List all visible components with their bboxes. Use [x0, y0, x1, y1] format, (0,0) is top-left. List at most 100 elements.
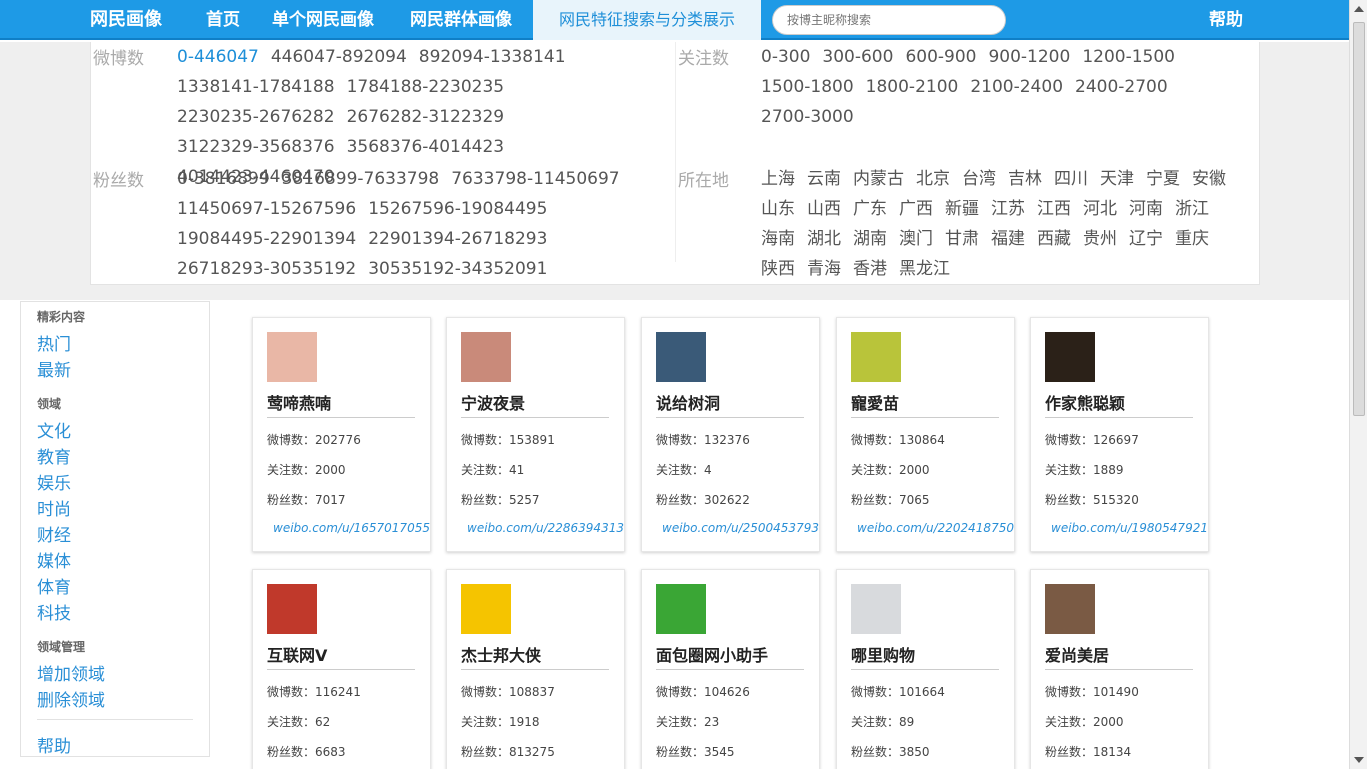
- filter-option-location[interactable]: 四川: [1054, 164, 1088, 194]
- user-avatar[interactable]: [267, 584, 317, 634]
- search-input[interactable]: [772, 5, 1006, 35]
- filter-option-location[interactable]: 安徽: [1192, 164, 1226, 194]
- filter-option-weibo[interactable]: 3122329-3568376: [177, 132, 335, 162]
- filter-option-location[interactable]: 云南: [807, 164, 841, 194]
- filter-option-location[interactable]: 江苏: [991, 194, 1025, 224]
- filter-option-location[interactable]: 澳门: [899, 224, 933, 254]
- sidebar-item-entertainment[interactable]: 娱乐: [37, 469, 71, 494]
- filter-option-location[interactable]: 山东: [761, 194, 795, 224]
- filter-option-location[interactable]: 香港: [853, 254, 887, 284]
- user-weibo-link[interactable]: weibo.com/u/1657017055: [273, 521, 430, 535]
- filter-option-location[interactable]: 内蒙古: [853, 164, 904, 194]
- filter-option-location[interactable]: 河南: [1129, 194, 1163, 224]
- filter-option-location[interactable]: 重庆: [1175, 224, 1209, 254]
- delete-domain-link[interactable]: 删除领域: [37, 686, 105, 711]
- filter-option-location[interactable]: 辽宁: [1129, 224, 1163, 254]
- user-name[interactable]: 说给树洞: [656, 390, 720, 414]
- nav-group-profile[interactable]: 网民群体画像: [410, 0, 512, 40]
- user-avatar[interactable]: [851, 584, 901, 634]
- filter-option-location[interactable]: 山西: [807, 194, 841, 224]
- filter-option-weibo[interactable]: 2230235-2676282: [177, 102, 335, 132]
- filter-option-location[interactable]: 河北: [1083, 194, 1117, 224]
- user-name[interactable]: 宁波夜景: [461, 390, 525, 414]
- filter-option-weibo[interactable]: 892094-1338141: [419, 42, 566, 72]
- sidebar-item-education[interactable]: 教育: [37, 443, 71, 468]
- filter-option-fans[interactable]: 15267596-19084495: [368, 194, 547, 224]
- user-card[interactable]: 哪里购物 微博数：101664 关注数：89 粉丝数：3850: [836, 569, 1015, 769]
- user-card[interactable]: 寵愛苗 微博数：130864 关注数：2000 粉丝数：7065 weibo.com/u…: [836, 317, 1015, 552]
- user-card[interactable]: 爱尚美居 微博数：101490 关注数：2000 粉丝数：18134: [1030, 569, 1209, 769]
- user-weibo-link[interactable]: weibo.com/u/2286394313: [467, 521, 624, 535]
- filter-option-location[interactable]: 上海: [761, 164, 795, 194]
- filter-option-fans[interactable]: 19084495-22901394: [177, 224, 356, 254]
- nav-search-classify[interactable]: 网民特征搜索与分类展示: [533, 0, 761, 40]
- sidebar-item-hot[interactable]: 热门: [37, 330, 71, 355]
- filter-option-location[interactable]: 陕西: [761, 254, 795, 284]
- user-avatar[interactable]: [461, 332, 511, 382]
- nav-help[interactable]: 帮助: [1209, 0, 1243, 40]
- brand-logo[interactable]: 网民画像: [90, 0, 162, 40]
- filter-option-weibo[interactable]: 446047-892094: [271, 42, 407, 72]
- user-weibo-link[interactable]: weibo.com/u/1980547921: [1051, 521, 1208, 535]
- user-name[interactable]: 爱尚美居: [1045, 642, 1109, 666]
- filter-option-location[interactable]: 北京: [916, 164, 950, 194]
- sidebar-item-finance[interactable]: 财经: [37, 521, 71, 546]
- filter-option-follow[interactable]: 2100-2400: [970, 72, 1063, 102]
- filter-option-follow[interactable]: 2400-2700: [1075, 72, 1168, 102]
- user-name[interactable]: 作家熊聪颖: [1045, 390, 1125, 414]
- sidebar-item-media[interactable]: 媒体: [37, 547, 71, 572]
- filter-option-follow[interactable]: 1800-2100: [866, 72, 959, 102]
- filter-option-weibo[interactable]: 2676282-3122329: [347, 102, 505, 132]
- nav-home[interactable]: 首页: [206, 0, 240, 40]
- user-card[interactable]: 互联网V 微博数：116241 关注数：62 粉丝数：6683: [252, 569, 431, 769]
- sidebar-item-culture[interactable]: 文化: [37, 417, 71, 442]
- user-avatar[interactable]: [656, 332, 706, 382]
- filter-option-follow[interactable]: 300-600: [822, 42, 893, 72]
- filter-option-fans[interactable]: 7633798-11450697: [451, 164, 619, 194]
- user-name[interactable]: 杰士邦大侠: [461, 642, 541, 666]
- user-name[interactable]: 面包圈网小助手: [656, 642, 768, 666]
- user-avatar[interactable]: [1045, 584, 1095, 634]
- user-avatar[interactable]: [267, 332, 317, 382]
- filter-option-location[interactable]: 湖南: [853, 224, 887, 254]
- user-card[interactable]: 杰士邦大侠 微博数：108837 关注数：1918 粉丝数：813275: [446, 569, 625, 769]
- filter-option-follow[interactable]: 0-300: [761, 42, 810, 72]
- scroll-up-icon[interactable]: [1354, 6, 1364, 12]
- filter-option-location[interactable]: 湖北: [807, 224, 841, 254]
- user-name[interactable]: 哪里购物: [851, 642, 915, 666]
- filter-option-follow[interactable]: 900-1200: [988, 42, 1070, 72]
- user-weibo-link[interactable]: weibo.com/u/2202418750: [857, 521, 1014, 535]
- user-card[interactable]: 宁波夜景 微博数：153891 关注数：41 粉丝数：5257 weibo.com/u/…: [446, 317, 625, 552]
- sidebar-item-latest[interactable]: 最新: [37, 356, 71, 381]
- user-avatar[interactable]: [656, 584, 706, 634]
- sidebar-item-tech[interactable]: 科技: [37, 599, 71, 624]
- filter-option-weibo[interactable]: 1784188-2230235: [347, 72, 505, 102]
- filter-option-location[interactable]: 宁夏: [1146, 164, 1180, 194]
- user-name[interactable]: 莺啼燕喃: [267, 390, 331, 414]
- filter-option-follow[interactable]: 600-900: [905, 42, 976, 72]
- filter-option-location[interactable]: 浙江: [1175, 194, 1209, 224]
- user-card[interactable]: 说给树洞 微博数：132376 关注数：4 粉丝数：302622 weibo.com/u…: [641, 317, 820, 552]
- filter-option-fans[interactable]: 30535192-34352091: [368, 254, 547, 284]
- filter-option-location[interactable]: 吉林: [1008, 164, 1042, 194]
- nav-single-profile[interactable]: 单个网民画像: [272, 0, 374, 40]
- filter-option-weibo[interactable]: 0-446047: [177, 42, 259, 72]
- user-avatar[interactable]: [1045, 332, 1095, 382]
- filter-option-fans[interactable]: 26718293-30535192: [177, 254, 356, 284]
- filter-option-weibo[interactable]: 3568376-4014423: [347, 132, 505, 162]
- user-card[interactable]: 面包圈网小助手 微博数：104626 关注数：23 粉丝数：3545: [641, 569, 820, 769]
- filter-option-location[interactable]: 黑龙江: [899, 254, 950, 284]
- sidebar-help-link[interactable]: 帮助: [37, 732, 71, 757]
- filter-option-follow[interactable]: 2700-3000: [761, 102, 854, 132]
- filter-option-location[interactable]: 新疆: [945, 194, 979, 224]
- filter-option-location[interactable]: 西藏: [1037, 224, 1071, 254]
- filter-option-location[interactable]: 台湾: [962, 164, 996, 194]
- filter-option-location[interactable]: 青海: [807, 254, 841, 284]
- filter-option-fans[interactable]: 3816899-7633798: [282, 164, 440, 194]
- filter-option-location[interactable]: 天津: [1100, 164, 1134, 194]
- filter-option-fans[interactable]: 22901394-26718293: [368, 224, 547, 254]
- user-name[interactable]: 寵愛苗: [851, 390, 899, 414]
- filter-option-location[interactable]: 广东: [853, 194, 887, 224]
- filter-option-location[interactable]: 贵州: [1083, 224, 1117, 254]
- sidebar-item-sports[interactable]: 体育: [37, 573, 71, 598]
